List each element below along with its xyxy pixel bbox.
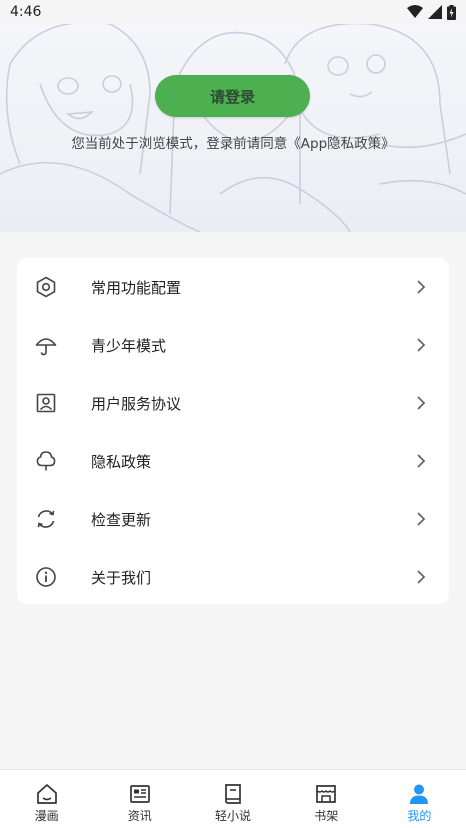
status-icons (407, 4, 456, 20)
person-icon (410, 784, 429, 804)
menu-item-label: 青少年模式 (91, 336, 167, 355)
tab-label: 资讯 (127, 809, 152, 823)
chevron-right-icon (417, 338, 426, 352)
menu-item-user-agreement[interactable]: 用户服务协议 (17, 374, 449, 432)
menu-item-label: 用户服务协议 (91, 394, 182, 413)
chevron-right-icon (417, 396, 426, 410)
user-portrait-icon (34, 391, 58, 415)
settings-menu-card: 常用功能配置 青少年模式 用户服务协议 隐私政策 检查更新 关于我们 (17, 258, 449, 604)
bookshelf-icon (316, 785, 337, 803)
chevron-right-icon (417, 280, 426, 294)
book-icon (225, 784, 241, 804)
menu-item-label: 检查更新 (91, 510, 152, 529)
chevron-right-icon (417, 454, 426, 468)
tab-news[interactable]: 资讯 (93, 770, 186, 828)
umbrella-icon (34, 333, 58, 357)
menu-item-common-config[interactable]: 常用功能配置 (17, 258, 449, 316)
info-icon (34, 565, 58, 589)
login-button[interactable]: 请登录 (155, 75, 310, 117)
status-time: 4:46 (10, 4, 42, 20)
menu-item-about-us[interactable]: 关于我们 (17, 548, 449, 606)
tab-mine[interactable]: 我的 (373, 770, 466, 828)
hero-overlay (0, 24, 466, 232)
tab-light-novel[interactable]: 轻小说 (186, 770, 279, 828)
chevron-right-icon (417, 570, 426, 584)
home-icon (36, 784, 57, 804)
refresh-icon (34, 507, 58, 531)
menu-item-privacy-policy[interactable]: 隐私政策 (17, 432, 449, 490)
tab-bookshelf[interactable]: 书架 (280, 770, 373, 828)
tab-label: 书架 (314, 809, 339, 823)
browse-mode-notice: 您当前处于浏览模式，登录前请同意《App隐私政策》 (71, 136, 395, 152)
status-bar: 4:46 (0, 0, 466, 24)
tab-comics[interactable]: 漫画 (0, 770, 93, 828)
settings-hexagon-icon (34, 275, 58, 299)
battery-icon (447, 4, 456, 20)
menu-item-label: 隐私政策 (91, 452, 152, 471)
menu-item-youth-mode[interactable]: 青少年模式 (17, 316, 449, 374)
tab-label: 轻小说 (215, 809, 252, 823)
header-banner: 请登录 您当前处于浏览模式，登录前请同意《App隐私政策》 (0, 24, 466, 232)
tab-label: 漫画 (34, 809, 59, 823)
menu-item-check-update[interactable]: 检查更新 (17, 490, 449, 548)
signal-icon (428, 5, 442, 19)
menu-item-label: 关于我们 (91, 568, 152, 587)
news-icon (129, 785, 150, 803)
bottom-tab-bar: 漫画 资讯 轻小说 书架 我的 (0, 769, 466, 828)
wifi-icon (407, 5, 423, 18)
tab-label: 我的 (407, 809, 432, 823)
menu-item-label: 常用功能配置 (91, 278, 182, 297)
chevron-right-icon (417, 512, 426, 526)
tree-icon (34, 449, 58, 473)
